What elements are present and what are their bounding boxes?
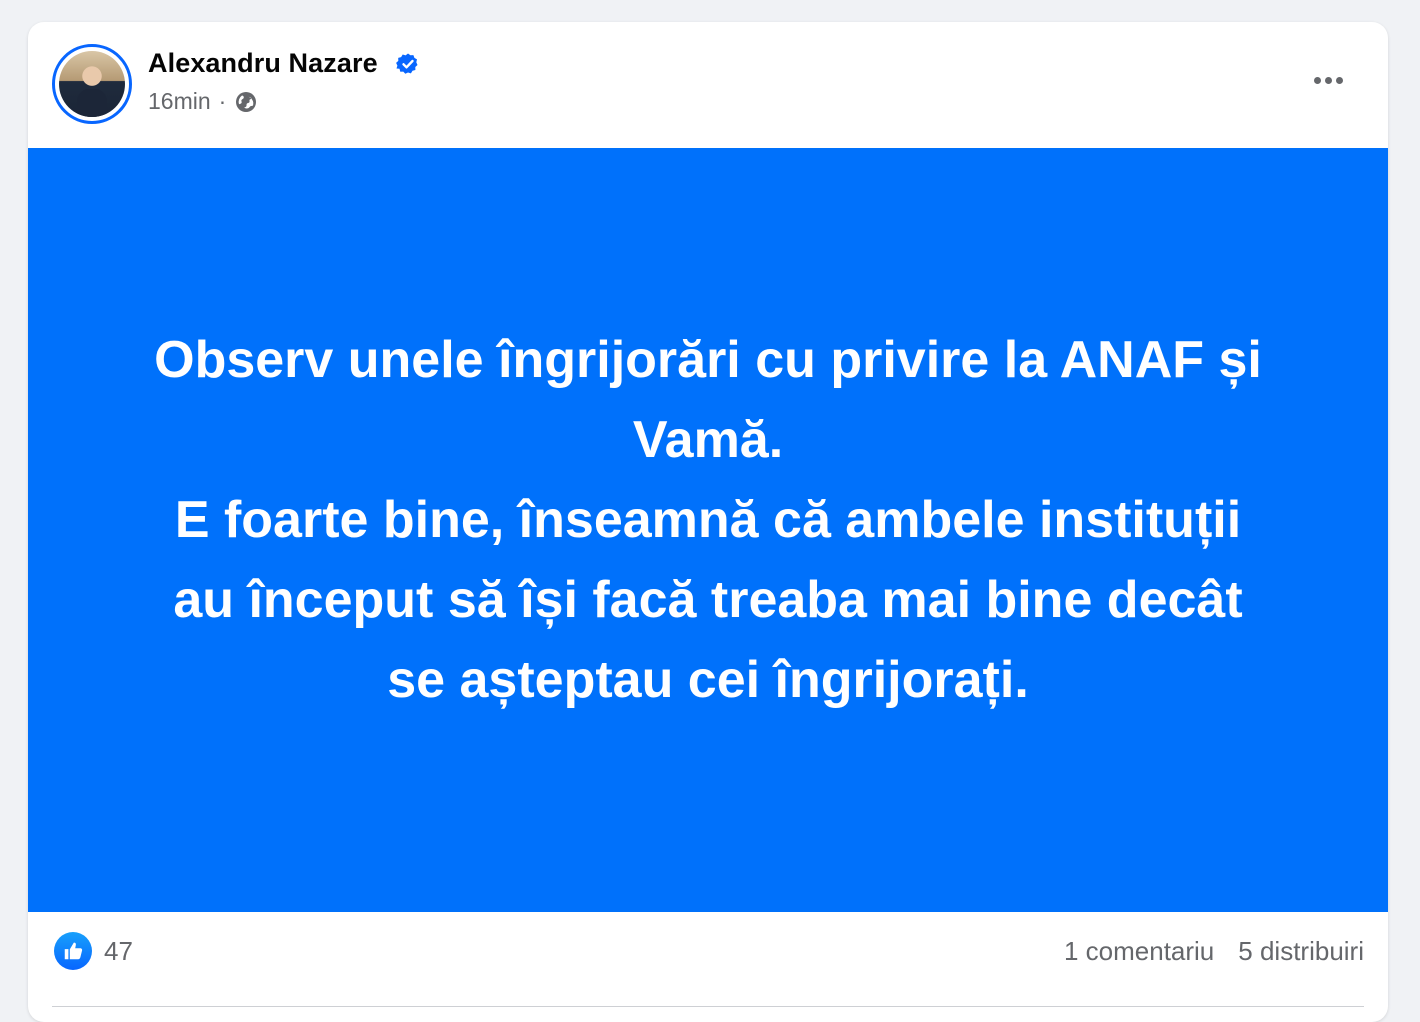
footer-divider [52, 1006, 1364, 1007]
like-icon[interactable] [54, 932, 92, 970]
more-dot [1335, 76, 1343, 84]
post-text-line: au început să își facă treaba mai bine d… [173, 571, 1243, 629]
post-card: Alexandru Nazare 16min · Observ unele în… [28, 22, 1388, 1022]
more-dot [1324, 76, 1332, 84]
reaction-count[interactable]: 47 [104, 936, 133, 967]
verified-badge-icon [396, 53, 418, 74]
author-name[interactable]: Alexandru Nazare [148, 48, 378, 79]
shares-count[interactable]: 5 distribuiri [1238, 936, 1364, 967]
comments-count[interactable]: 1 comentariu [1064, 936, 1214, 967]
post-text-line: Vamă. [632, 411, 784, 469]
meta-separator: · [218, 88, 227, 114]
author-avatar[interactable] [52, 44, 132, 124]
post-header: Alexandru Nazare 16min · [28, 22, 1388, 148]
post-text-line: se așteptau cei îngrijorați. [387, 651, 1029, 709]
post-text-line: E foarte bine, înseamnă că ambele instit… [174, 491, 1242, 549]
post-background: Observ unele îngrijorări cu privire la A… [28, 148, 1388, 912]
thumbs-up-icon [64, 942, 83, 960]
post-text-line: Observ unele îngrijorări cu privire la A… [154, 331, 1262, 389]
engagement-stats: 1 comentariu 5 distribuiri [1064, 936, 1364, 967]
more-options-button[interactable] [1306, 62, 1350, 98]
post-meta: 16min · [148, 88, 258, 115]
more-dots-icon [1313, 76, 1321, 84]
globe-icon[interactable] [234, 90, 258, 114]
post-time[interactable]: 16min [148, 88, 211, 115]
post-text: Observ unele îngrijorări cu privire la A… [83, 320, 1333, 720]
avatar-photo [59, 51, 125, 117]
